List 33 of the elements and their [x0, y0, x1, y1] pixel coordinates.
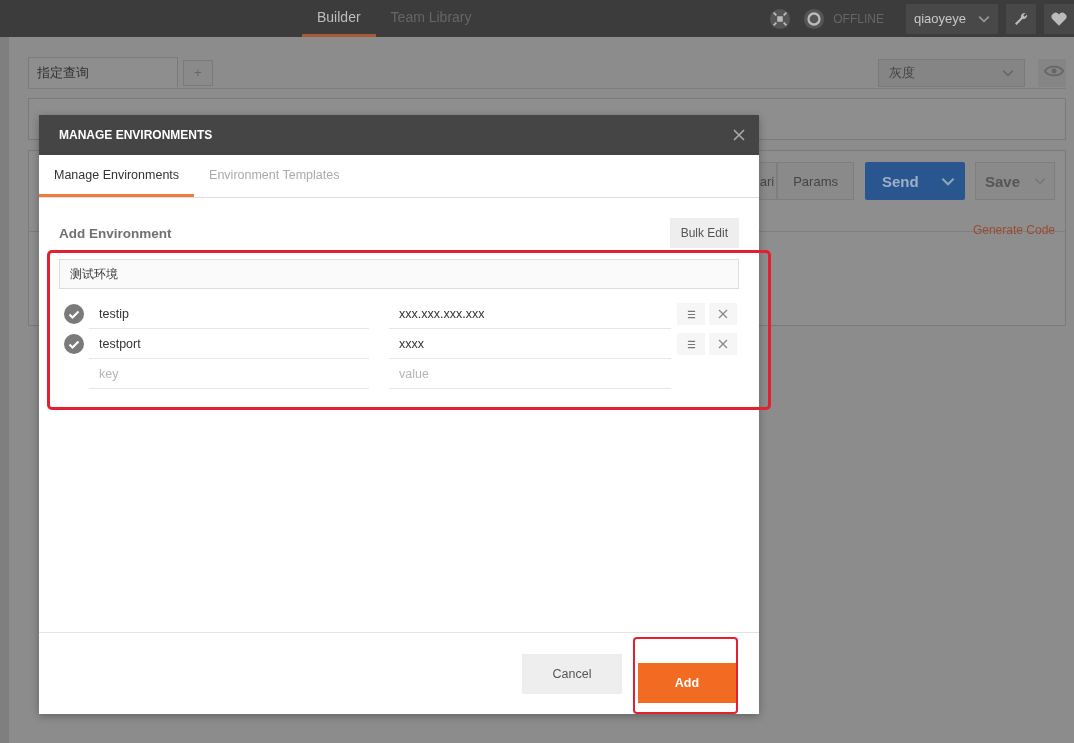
user-dropdown[interactable]: qiaoyeye [905, 3, 998, 34]
menu-icon [686, 309, 696, 319]
eye-icon [1044, 64, 1064, 78]
drag-handle-button[interactable] [677, 303, 705, 325]
environment-name-field[interactable]: 测试环境 [59, 259, 739, 289]
nav-tab[interactable]: Builder [302, 0, 376, 37]
checked-icon[interactable] [64, 304, 84, 324]
toolbar-button[interactable]: Params [777, 162, 854, 200]
drag-handle-button[interactable] [677, 333, 705, 355]
sync-icon[interactable] [803, 7, 826, 30]
caret-icon [941, 176, 955, 186]
close-icon [718, 339, 728, 349]
heart-button[interactable] [1044, 3, 1074, 34]
close-icon [718, 309, 728, 319]
environment-dropdown[interactable]: 灰度 [878, 58, 1025, 87]
send-button[interactable]: Send [865, 162, 965, 200]
bulk-edit-button[interactable]: Bulk Edit [669, 218, 739, 248]
delete-button[interactable] [709, 303, 737, 325]
cancel-button[interactable]: Cancel [522, 653, 622, 694]
satellite-icon[interactable] [769, 7, 792, 30]
close-icon[interactable] [733, 129, 745, 141]
dialog-title: MANAGE ENVIRONMENTS [59, 128, 213, 142]
request-tab[interactable]: 指定查询 [28, 57, 178, 88]
add-button[interactable]: Add [638, 663, 736, 703]
caret-icon [978, 14, 990, 23]
checked-icon[interactable] [64, 334, 84, 354]
dialog-tab[interactable]: Environment Templates [194, 155, 355, 197]
caret-icon [1002, 68, 1014, 77]
section-title: Add Environment [59, 225, 172, 241]
menu-icon [686, 339, 696, 349]
wrench-button[interactable] [1006, 3, 1036, 34]
delete-button[interactable] [709, 333, 737, 355]
dialog-tab[interactable]: Manage Environments [39, 155, 195, 197]
